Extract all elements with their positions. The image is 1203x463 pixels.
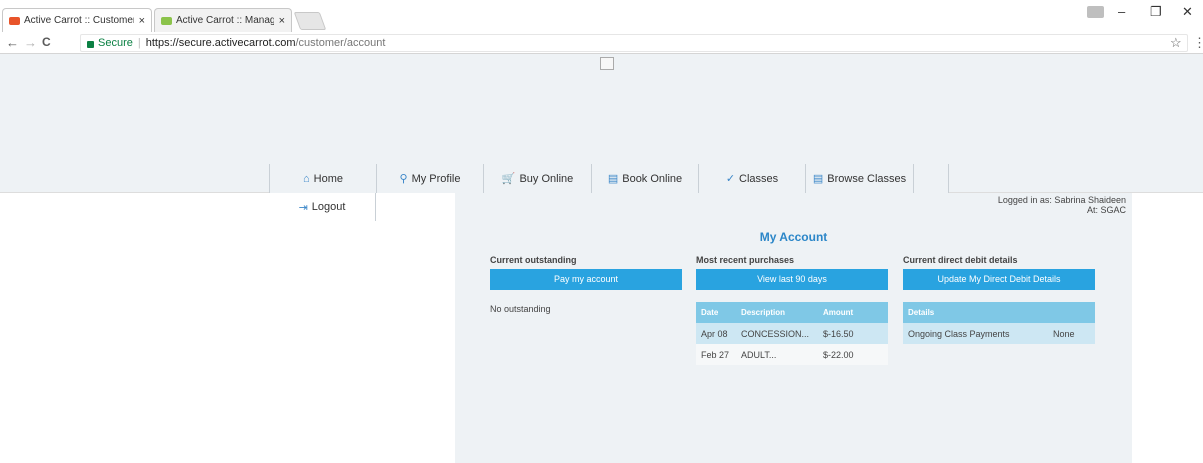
list-icon: ▤ — [812, 173, 824, 185]
debit-status: None — [1048, 323, 1095, 344]
nav-label: Home — [313, 172, 343, 185]
section-heading: Most recent purchases — [696, 255, 795, 265]
nav-home[interactable]: ⌂ Home — [269, 164, 376, 193]
nav-empty-slot — [913, 164, 949, 193]
url-input[interactable]: Secure | https://secure.activecarrot.com… — [80, 34, 1188, 52]
debit-description: Ongoing Class Payments — [903, 323, 1048, 344]
nav-my-profile[interactable]: ⚲ My Profile — [376, 164, 483, 193]
purchase-amount: $-22.00 — [818, 344, 888, 365]
url-path: /customer/account — [295, 37, 386, 49]
address-bar: ← → C Secure | https://secure.activecarr… — [0, 32, 1203, 54]
tab-customer[interactable]: Active Carrot :: Customer × — [2, 8, 152, 32]
nav-label: Book Online — [622, 172, 683, 185]
table-row: Ongoing Class Payments None — [903, 323, 1095, 344]
restore-icon[interactable]: ❐ — [1150, 4, 1162, 20]
cart-icon: 🛒 — [501, 173, 516, 185]
carrot-favicon-icon — [161, 16, 172, 25]
nav-browse-classes[interactable]: ▤ Browse Classes — [805, 164, 913, 193]
logged-in-site: At: SGAC — [1086, 205, 1126, 215]
direct-debit-table: Details Ongoing Class Payments None — [903, 302, 1095, 344]
close-tab-icon[interactable]: × — [279, 15, 285, 27]
section-heading: Current outstanding — [490, 255, 577, 265]
nav-classes[interactable]: ✓ Classes — [698, 164, 805, 193]
profile-icon: ⚲ — [399, 173, 408, 185]
page-title: My Account — [759, 230, 828, 244]
close-tab-icon[interactable]: × — [139, 15, 145, 27]
purchase-date: Feb 27 — [696, 344, 736, 365]
table-row: Apr 08 CONCESSION... $-16.50 — [696, 323, 888, 344]
browser-titlebar: Active Carrot :: Customer × Active Carro… — [0, 0, 1203, 32]
home-icon: ⌂ — [303, 172, 310, 185]
menu-icon[interactable]: ⋮ — [1193, 35, 1203, 51]
new-tab-button[interactable] — [293, 12, 327, 30]
tab-title: Active Carrot :: Manager — [176, 15, 274, 26]
direct-debit-section: Current direct debit details Update My D… — [903, 255, 1095, 344]
purchase-amount: $-16.50 — [818, 323, 888, 344]
forward-icon[interactable]: → — [24, 35, 37, 50]
nav-label: My Profile — [411, 172, 461, 185]
nav-book-online[interactable]: ▤ Book Online — [591, 164, 698, 193]
logged-in-info: Logged in as: Sabrina Shaideen At: SGAC — [998, 195, 1126, 215]
table-row: Feb 27 ADULT... $-22.00 — [696, 344, 888, 365]
nav-label: Logout — [311, 201, 346, 213]
bookmark-star-icon[interactable]: ☆ — [1170, 35, 1182, 51]
nav-label: Browse Classes — [827, 172, 907, 185]
url-separator: | — [137, 37, 141, 49]
outstanding-note: No outstanding — [490, 304, 551, 314]
purchase-date: Apr 08 — [696, 323, 736, 344]
close-window-icon[interactable]: ✕ — [1182, 4, 1193, 20]
minimize-icon[interactable]: – — [1118, 4, 1125, 19]
outstanding-section: Current outstanding Pay my account No ou… — [490, 255, 682, 314]
nav-label: Classes — [739, 172, 779, 185]
section-heading: Current direct debit details — [903, 255, 1018, 265]
purchase-description: CONCESSION... — [736, 323, 818, 344]
nav-buy-online[interactable]: 🛒 Buy Online — [483, 164, 591, 193]
pay-account-button[interactable]: Pay my account — [490, 269, 682, 290]
nav-logout[interactable]: ⇥ Logout — [269, 193, 376, 221]
tab-title: Active Carrot :: Customer — [24, 15, 134, 26]
check-icon: ✓ — [725, 173, 736, 185]
user-profile-icon[interactable] — [1087, 6, 1104, 18]
book-icon: ▤ — [607, 173, 619, 185]
site-banner — [0, 54, 1203, 164]
nav-label: Buy Online — [519, 172, 574, 185]
back-icon[interactable]: ← — [6, 35, 19, 50]
purchases-table: Date Description Amount Apr 08 CONCESSIO… — [696, 302, 888, 365]
purchase-description: ADULT... — [736, 344, 818, 365]
column-header: Details — [903, 302, 1048, 323]
tab-manager[interactable]: Active Carrot :: Manager × — [154, 8, 292, 32]
account-panel: Logged in as: Sabrina Shaideen At: SGAC … — [455, 193, 1132, 463]
update-direct-debit-button[interactable]: Update My Direct Debit Details — [903, 269, 1095, 290]
broken-logo-image — [600, 57, 614, 70]
logged-in-user: Logged in as: Sabrina Shaideen — [997, 195, 1126, 205]
column-header — [1048, 302, 1095, 323]
lock-icon — [87, 40, 94, 48]
column-header: Description — [736, 302, 818, 323]
purchases-section: Most recent purchases View last 90 days … — [696, 255, 888, 365]
view-90-days-button[interactable]: View last 90 days — [696, 269, 888, 290]
column-header: Amount — [818, 302, 888, 323]
secure-label: Secure — [98, 37, 133, 49]
column-header: Date — [696, 302, 736, 323]
reload-icon[interactable]: C — [42, 35, 51, 49]
logout-icon: ⇥ — [298, 201, 308, 214]
carrot-favicon-icon — [9, 16, 20, 25]
url-host: https://secure.activecarrot.com — [145, 37, 296, 49]
